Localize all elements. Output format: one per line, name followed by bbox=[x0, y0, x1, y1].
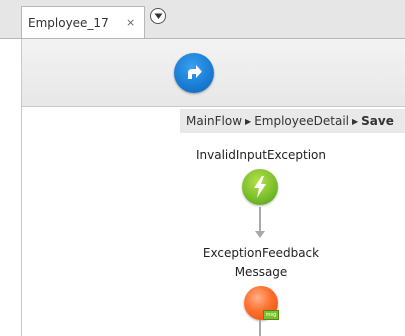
toolbar bbox=[21, 39, 405, 107]
flow-editor-window: Employee_17 × MainFlow ▶ EmployeeDetail ▶ Sa… bbox=[0, 0, 405, 336]
flow-connector bbox=[259, 320, 261, 336]
exception-handler-label: InvalidInputException bbox=[195, 148, 326, 162]
tab-strip: Employee_17 × bbox=[0, 0, 405, 39]
breadcrumb-separator-icon: ▶ bbox=[351, 117, 359, 126]
arrow-down-icon bbox=[255, 231, 265, 238]
breadcrumb: MainFlow ▶ EmployeeDetail ▶ Save bbox=[180, 109, 405, 133]
breadcrumb-separator-icon: ▶ bbox=[245, 117, 252, 126]
feedback-message-label-line1: ExceptionFeedback bbox=[202, 246, 320, 260]
canvas-border bbox=[21, 106, 22, 336]
tab-close-icon[interactable]: × bbox=[126, 16, 135, 29]
feedback-message-label-line2: Message bbox=[234, 265, 288, 279]
breadcrumb-item-mainflow[interactable]: MainFlow bbox=[186, 114, 242, 128]
tab-list-dropdown-icon[interactable] bbox=[150, 8, 166, 24]
breadcrumb-item-employeedetail[interactable]: EmployeeDetail bbox=[254, 114, 349, 128]
exception-handler-node[interactable] bbox=[242, 169, 278, 205]
tab-label: Employee_17 bbox=[28, 16, 109, 30]
breadcrumb-current: Save bbox=[361, 114, 394, 128]
message-badge-icon: msg bbox=[263, 310, 279, 320]
tab-employee-17[interactable]: Employee_17 × bbox=[21, 6, 145, 38]
navigate-back-icon[interactable] bbox=[174, 53, 214, 93]
